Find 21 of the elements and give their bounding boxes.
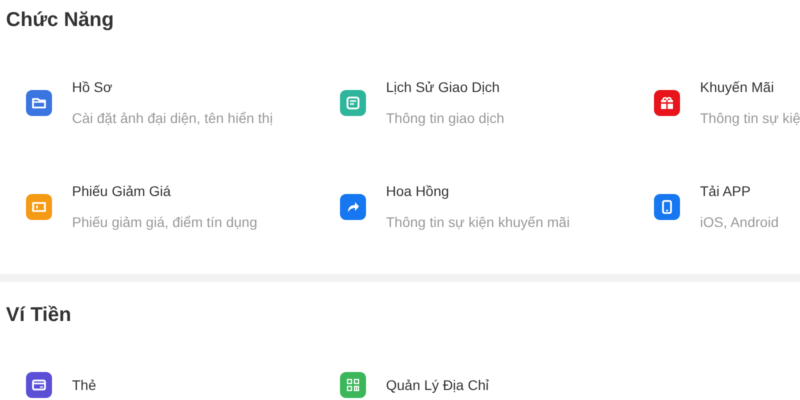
item-description: Phiếu giảm giá, điểm tín dụng	[72, 213, 258, 232]
ticket-icon	[26, 194, 52, 220]
item-title[interactable]: Thẻ	[72, 375, 96, 395]
document-icon	[340, 90, 366, 116]
item-title[interactable]: Quản Lý Địa Chỉ	[386, 375, 489, 395]
item-description: Thông tin giao dịch	[386, 109, 504, 128]
section-title: Ví Tiền	[6, 304, 72, 326]
item-title[interactable]: Hồ Sơ	[72, 77, 273, 97]
item-description: Cài đặt ảnh đại diện, tên hiển thị	[72, 109, 273, 128]
item-title[interactable]: Hoa Hồng	[386, 181, 570, 201]
item-title[interactable]: Khuyến Mãi	[700, 77, 800, 97]
section-title: Chức Năng	[6, 9, 114, 31]
item-title[interactable]: Tải APP	[700, 181, 779, 201]
phone-icon	[654, 194, 680, 220]
gift-icon	[654, 90, 680, 116]
item-description: Thông tin sự kiện khuyến mãi	[386, 213, 570, 232]
item-description: iOS, Android	[700, 213, 779, 232]
item-description: Thông tin sự kiệ	[700, 109, 800, 128]
item-title[interactable]: Phiếu Giảm Giá	[72, 181, 258, 201]
item-title[interactable]: Lịch Sử Giao Dịch	[386, 77, 504, 97]
folder-icon	[26, 90, 52, 116]
